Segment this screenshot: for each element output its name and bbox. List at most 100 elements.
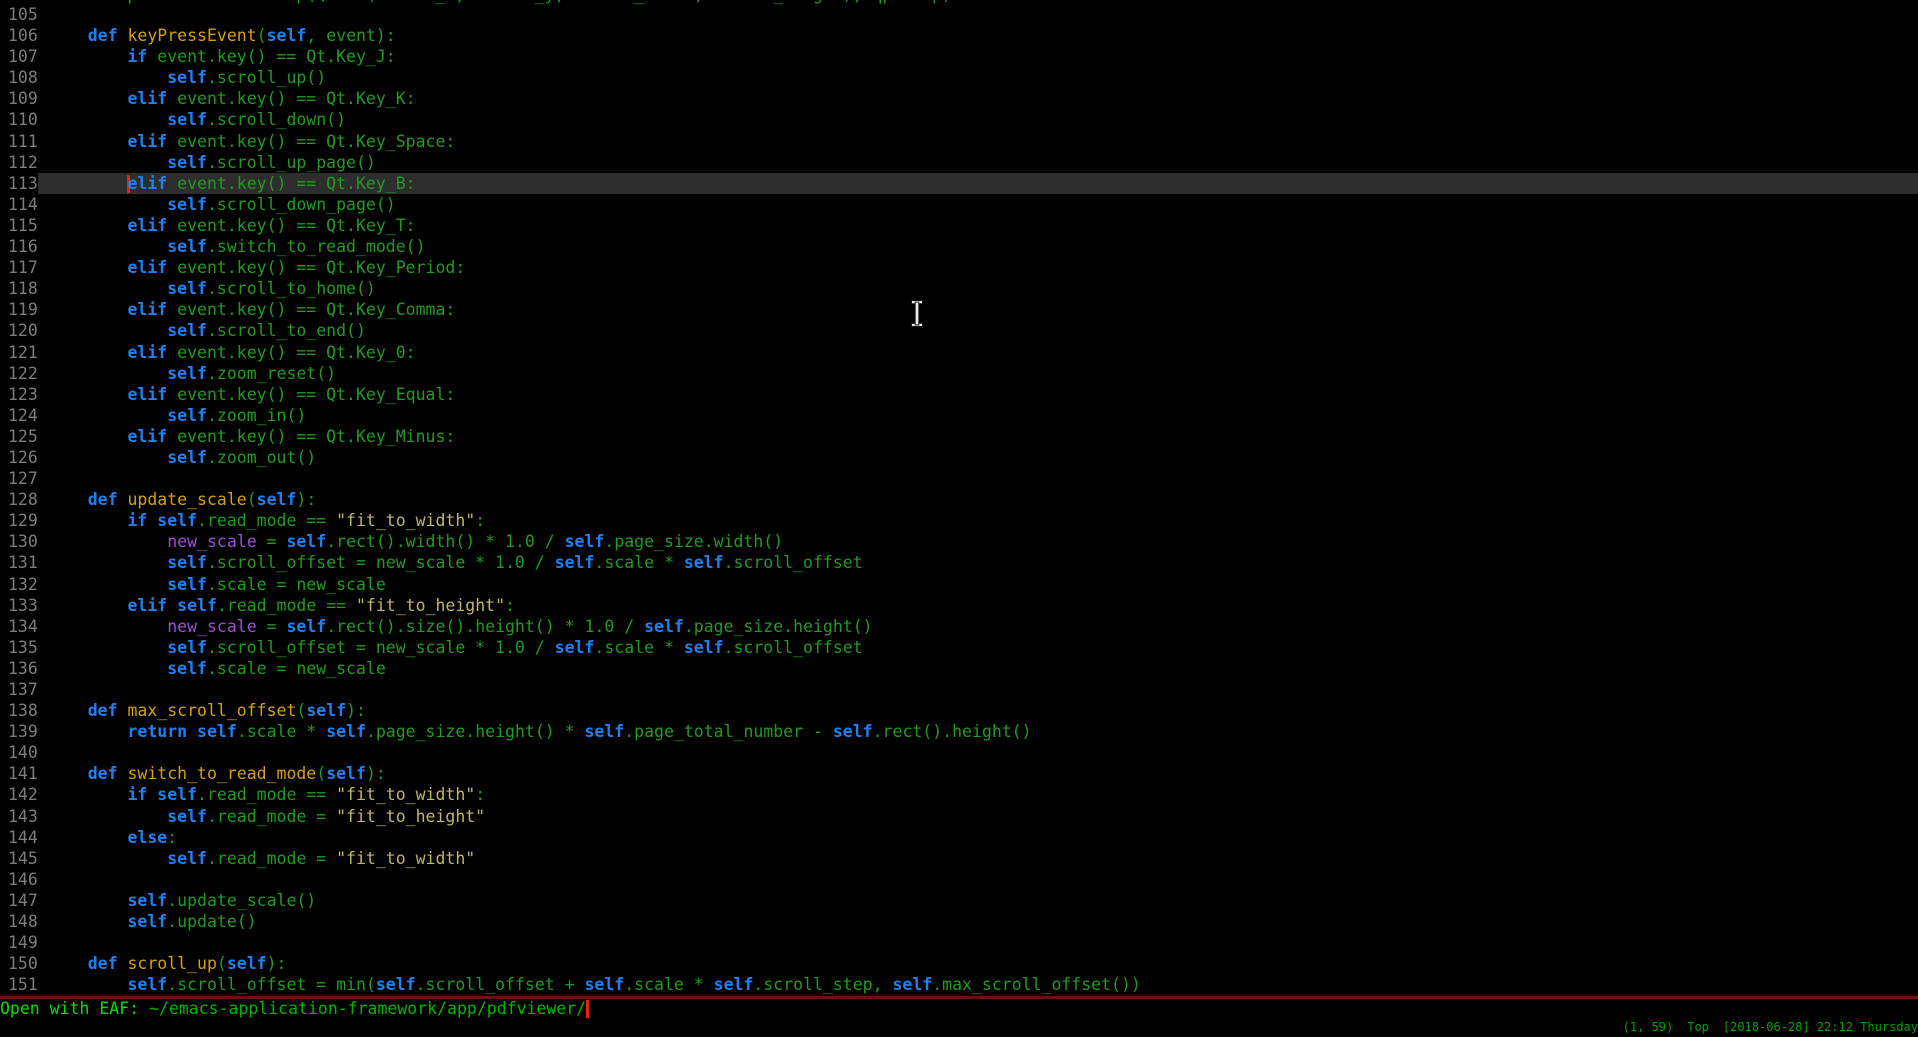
code-line[interactable]: 109 elif event.key() == Qt.Key_K: <box>0 88 1918 109</box>
code-line[interactable]: 120 self.scroll_to_end() <box>0 320 1918 341</box>
code-line[interactable]: 141 def switch_to_read_mode(self): <box>0 763 1918 784</box>
code-line[interactable]: 124 self.zoom_in() <box>0 405 1918 426</box>
code-line[interactable]: 114 self.scroll_down_page() <box>0 194 1918 215</box>
code-text: new_scale = self.rect().size().height() … <box>38 616 1918 637</box>
code-line[interactable]: 151 self.scroll_offset = min(self.scroll… <box>0 974 1918 995</box>
code-line[interactable]: 117 elif event.key() == Qt.Key_Period: <box>0 257 1918 278</box>
code-text: self.read_mode = "fit_to_height" <box>38 806 1918 827</box>
line-number: 106 <box>8 25 38 46</box>
code-line[interactable]: 130 new_scale = self.rect().width() * 1.… <box>0 531 1918 552</box>
line-number: 130 <box>8 531 38 552</box>
code-line[interactable]: 119 elif event.key() == Qt.Key_Comma: <box>0 299 1918 320</box>
code-line[interactable]: 127 <box>0 468 1918 489</box>
code-line[interactable]: 126 self.zoom_out() <box>0 447 1918 468</box>
code-line[interactable]: 129 if self.read_mode == "fit_to_width": <box>0 510 1918 531</box>
code-line[interactable]: 135 self.scroll_offset = new_scale * 1.0… <box>0 637 1918 658</box>
code-text: new_scale = self.rect().width() * 1.0 / … <box>38 531 1918 552</box>
line-number: 114 <box>8 194 38 215</box>
tray-cursor-position: (1, 59) <box>1623 1020 1674 1034</box>
line-number: 149 <box>8 932 38 953</box>
code-text: elif event.key() == Qt.Key_B: <box>38 173 1918 194</box>
code-text: def update_scale(self): <box>38 489 1918 510</box>
minibuffer-input[interactable]: ~/emacs-application-framework/app/pdfvie… <box>149 999 586 1018</box>
line-number: 105 <box>8 4 38 25</box>
code-text: self.scroll_to_home() <box>38 278 1918 299</box>
code-line[interactable]: 149 <box>0 932 1918 953</box>
code-text: self.scroll_up_page() <box>38 152 1918 173</box>
ibeam-mouse-cursor <box>908 300 926 327</box>
code-line[interactable]: 105 <box>0 4 1918 25</box>
line-number: 148 <box>8 911 38 932</box>
code-text <box>38 932 1918 953</box>
line-number: 139 <box>8 721 38 742</box>
code-line[interactable]: 106 def keyPressEvent(self, event): <box>0 25 1918 46</box>
minibuffer-prompt: Open with EAF: <box>0 999 149 1018</box>
code-line[interactable]: 148 self.update() <box>0 911 1918 932</box>
code-line[interactable]: 111 elif event.key() == Qt.Key_Space: <box>0 131 1918 152</box>
code-text: elif event.key() == Qt.Key_Period: <box>38 257 1918 278</box>
code-text: elif self.read_mode == "fit_to_height": <box>38 595 1918 616</box>
line-number: 111 <box>8 131 38 152</box>
code-text: elif event.key() == Qt.Key_Equal: <box>38 384 1918 405</box>
code-line[interactable]: 108 self.scroll_up() <box>0 67 1918 88</box>
code-line[interactable]: 143 self.read_mode = "fit_to_height" <box>0 806 1918 827</box>
code-line[interactable]: 144 else: <box>0 827 1918 848</box>
code-text: return self.scale * self.page_size.heigh… <box>38 721 1918 742</box>
line-number: 150 <box>8 953 38 974</box>
line-number: 124 <box>8 405 38 426</box>
line-number: 143 <box>8 806 38 827</box>
code-line[interactable]: 139 return self.scale * self.page_size.h… <box>0 721 1918 742</box>
code-line[interactable]: 121 elif event.key() == Qt.Key_0: <box>0 342 1918 363</box>
code-line[interactable]: 113 elif event.key() == Qt.Key_B: <box>0 173 1918 194</box>
code-text: def scroll_up(self): <box>38 953 1918 974</box>
line-number: 107 <box>8 46 38 67</box>
code-line[interactable]: 150 def scroll_up(self): <box>0 953 1918 974</box>
code-line[interactable]: 131 self.scroll_offset = new_scale * 1.0… <box>0 552 1918 573</box>
code-line[interactable]: 137 <box>0 679 1918 700</box>
code-line[interactable]: 140 <box>0 742 1918 763</box>
code-line[interactable]: 146 <box>0 869 1918 890</box>
code-line[interactable]: 107 if event.key() == Qt.Key_J: <box>0 46 1918 67</box>
code-text: self.scroll_offset = new_scale * 1.0 / s… <box>38 637 1918 658</box>
code-line[interactable]: 112 self.scroll_up_page() <box>0 152 1918 173</box>
code-line[interactable]: 118 self.scroll_to_home() <box>0 278 1918 299</box>
code-line[interactable]: 138 def max_scroll_offset(self): <box>0 700 1918 721</box>
code-line[interactable]: 125 elif event.key() == Qt.Key_Minus: <box>0 426 1918 447</box>
code-text: self.update() <box>38 911 1918 932</box>
code-text: def max_scroll_offset(self): <box>38 700 1918 721</box>
line-number: 142 <box>8 784 38 805</box>
line-number: 141 <box>8 763 38 784</box>
line-number: 123 <box>8 384 38 405</box>
code-text: self.scale = new_scale <box>38 574 1918 595</box>
line-number: 144 <box>8 827 38 848</box>
code-line[interactable]: 128 def update_scale(self): <box>0 489 1918 510</box>
code-line[interactable]: 110 self.scroll_down() <box>0 109 1918 130</box>
code-line[interactable]: 136 self.scale = new_scale <box>0 658 1918 679</box>
minibuffer[interactable]: Open with EAF: ~/emacs-application-frame… <box>0 999 1918 1020</box>
code-text: self.read_mode = "fit_to_width" <box>38 848 1918 869</box>
code-text: self.scroll_to_end() <box>38 320 1918 341</box>
line-number: 125 <box>8 426 38 447</box>
line-number: 109 <box>8 88 38 109</box>
code-line[interactable]: 134 new_scale = self.rect().size().heigh… <box>0 616 1918 637</box>
code-line[interactable]: 133 elif self.read_mode == "fit_to_heigh… <box>0 595 1918 616</box>
code-line[interactable]: 116 self.switch_to_read_mode() <box>0 236 1918 257</box>
code-line[interactable]: 123 elif event.key() == Qt.Key_Equal: <box>0 384 1918 405</box>
code-text: elif event.key() == Qt.Key_Minus: <box>38 426 1918 447</box>
code-line[interactable]: 115 elif event.key() == Qt.Key_T: <box>0 215 1918 236</box>
code-line[interactable]: 122 self.zoom_reset() <box>0 363 1918 384</box>
awesome-tray: (1, 59)Top[2018-06-28] 22:12 Thursday <box>1623 1019 1918 1037</box>
line-number: 136 <box>8 658 38 679</box>
code-buffer[interactable]: painter.drawPixmap(QRect(render_x, rende… <box>0 0 1918 996</box>
code-line[interactable]: 145 self.read_mode = "fit_to_width" <box>0 848 1918 869</box>
code-line[interactable]: 142 if self.read_mode == "fit_to_width": <box>0 784 1918 805</box>
line-number: 135 <box>8 637 38 658</box>
code-text: self.scroll_up() <box>38 67 1918 88</box>
tray-scroll-position: Top <box>1687 1020 1709 1034</box>
code-text <box>38 679 1918 700</box>
code-text: self.update_scale() <box>38 890 1918 911</box>
code-text: self.zoom_reset() <box>38 363 1918 384</box>
code-line[interactable]: 147 self.update_scale() <box>0 890 1918 911</box>
code-line[interactable]: 132 self.scale = new_scale <box>0 574 1918 595</box>
code-text: def keyPressEvent(self, event): <box>38 25 1918 46</box>
